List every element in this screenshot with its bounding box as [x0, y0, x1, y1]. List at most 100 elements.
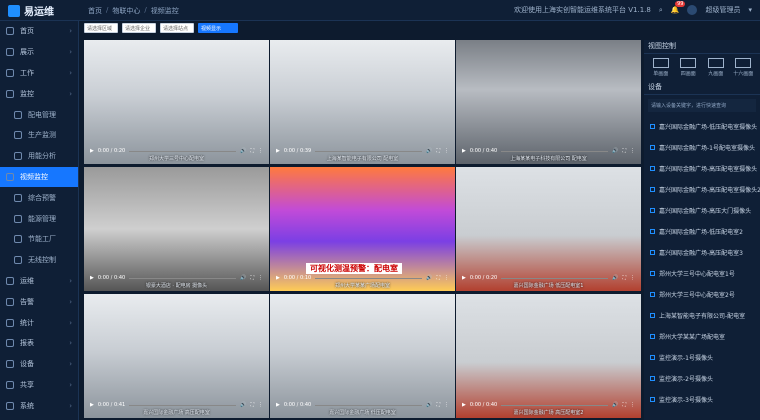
device-search-hint[interactable]: 请输入设备关键字，进行快速查询 — [648, 99, 756, 112]
sidebar-item[interactable]: 设备 › — [0, 354, 78, 375]
device-list-item[interactable]: 郑州大学三号中心配电室2号 — [644, 284, 760, 305]
video-feed[interactable] — [456, 294, 641, 418]
avatar[interactable] — [687, 5, 698, 15]
site-select[interactable]: 请选择站点 — [160, 23, 194, 33]
video-tile[interactable]: ▶ 0:00 / 0:41 🔊 ⛶ ⋮ 嘉兴国际金融广场 高压配电室 — [84, 294, 269, 418]
fullscreen-icon[interactable]: ⛶ — [436, 402, 440, 408]
more-icon[interactable]: ⋮ — [444, 402, 449, 408]
layout-option[interactable]: 十六画面 — [733, 58, 755, 77]
fullscreen-icon[interactable]: ⛶ — [436, 148, 440, 154]
fullscreen-icon[interactable]: ⛶ — [622, 275, 626, 281]
fullscreen-icon[interactable]: ⛶ — [250, 275, 254, 281]
video-feed[interactable] — [456, 167, 641, 291]
fullscreen-icon[interactable]: ⛶ — [250, 402, 254, 408]
progress-bar[interactable] — [315, 404, 423, 406]
progress-bar[interactable] — [129, 277, 237, 279]
fullscreen-icon[interactable]: ⛶ — [250, 148, 254, 154]
layout-option[interactable]: 九画面 — [705, 58, 727, 77]
sidebar-item[interactable]: 首页 › — [0, 21, 78, 42]
device-list-item[interactable]: 郑州大学某某广场配电室 — [644, 326, 760, 347]
video-feed[interactable] — [84, 40, 269, 164]
device-list-item[interactable]: 监控演示-3号摄像头 — [644, 389, 760, 410]
play-icon[interactable]: ▶ — [90, 275, 94, 281]
progress-bar[interactable] — [501, 150, 609, 152]
device-list-item[interactable]: 嘉兴国际金融广场-高压配电室摄像头 — [644, 158, 760, 179]
volume-icon[interactable]: 🔊 — [240, 402, 246, 408]
sidebar-item[interactable]: 展示 › — [0, 42, 78, 63]
volume-icon[interactable]: 🔊 — [612, 148, 618, 154]
video-tile[interactable]: ▶ 0:00 / 0:39 🔊 ⛶ ⋮ 上海某智能电子有限公司 配电室 — [270, 40, 455, 164]
sidebar-item[interactable]: 报表 › — [0, 333, 78, 354]
breadcrumb-item[interactable]: 首页 — [88, 6, 102, 16]
play-icon[interactable]: ▶ — [276, 402, 280, 408]
progress-bar[interactable] — [315, 277, 423, 279]
play-icon[interactable]: ▶ — [276, 275, 280, 281]
sidebar-item[interactable]: 配电管理 — [0, 104, 78, 125]
volume-icon[interactable]: 🔊 — [426, 275, 432, 281]
progress-bar[interactable] — [129, 404, 237, 406]
device-list-item[interactable]: 嘉兴国际金融广场-高压配电室3 — [644, 242, 760, 263]
fullscreen-icon[interactable]: ⛶ — [622, 148, 626, 154]
breadcrumb-item[interactable]: 物联中心 — [112, 6, 140, 16]
device-list-item[interactable]: 嘉兴国际金融广场-低压配电室2 — [644, 221, 760, 242]
more-icon[interactable]: ⋮ — [444, 148, 449, 154]
device-list-item[interactable]: 嘉兴国际金融广场-1号配电室摄像头 — [644, 137, 760, 158]
video-tile[interactable]: 可视化测温预警：配电室 ▶ 0:00 / 0:10 🔊 ⛶ ⋮ 郑州大学某某广场配电室 — [270, 167, 455, 291]
app-logo[interactable]: 易运维 — [8, 3, 54, 18]
play-icon[interactable]: ▶ — [462, 402, 466, 408]
more-icon[interactable]: ⋮ — [444, 275, 449, 281]
layout-option[interactable]: 四画面 — [678, 58, 700, 77]
video-feed[interactable] — [84, 167, 269, 291]
device-list-item[interactable]: 嘉兴国际金融广场-高压大门摄像头 — [644, 200, 760, 221]
sidebar-item[interactable]: 统计 › — [0, 312, 78, 333]
device-list-item[interactable]: 上海某智能电子有限公司-配电室 — [644, 305, 760, 326]
sidebar-item[interactable]: 告警 › — [0, 291, 78, 312]
video-tile[interactable]: ▶ 0:00 / 0:40 🔊 ⛶ ⋮ 嘉兴国际金融广场 高压配电室2 — [456, 294, 641, 418]
sidebar-item[interactable]: 视频监控 — [0, 166, 78, 188]
play-icon[interactable]: ▶ — [462, 275, 466, 281]
device-list-item[interactable]: 郑州大学三号中心配电室1号 — [644, 263, 760, 284]
video-tile[interactable]: ▶ 0:00 / 0:40 🔊 ⛶ ⋮ 嘉兴国际金融广场 低压配电室 — [270, 294, 455, 418]
device-list-item[interactable]: 嘉兴国际金融广场-高压配电室摄像头2 — [644, 179, 760, 200]
video-tile[interactable]: ▶ 0:00 / 0:20 🔊 ⛶ ⋮ 郑州大学三号中心配电室 — [84, 40, 269, 164]
device-list-item[interactable]: 嘉兴国际金融广场-低压配电室摄像头 — [644, 116, 760, 137]
volume-icon[interactable]: 🔊 — [612, 275, 618, 281]
sidebar-item[interactable]: 运维 › — [0, 271, 78, 292]
video-tile[interactable]: ▶ 0:00 / 0:40 🔊 ⛶ ⋮ 银豪大酒店 · 配电房 摄像头 — [84, 167, 269, 291]
more-icon[interactable]: ⋮ — [630, 275, 635, 281]
volume-icon[interactable]: 🔊 — [612, 402, 618, 408]
video-tile[interactable]: ▶ 0:00 / 0:20 🔊 ⛶ ⋮ 嘉兴国际金融广场 低压配电室1 — [456, 167, 641, 291]
progress-bar[interactable] — [129, 150, 237, 152]
play-icon[interactable]: ▶ — [462, 148, 466, 154]
sidebar-item[interactable]: 系统 › — [0, 395, 78, 416]
video-tile[interactable]: ▶ 0:00 / 0:40 🔊 ⛶ ⋮ 上海某某电子科技有限公司 配电室 — [456, 40, 641, 164]
device-list-item[interactable]: 监控演示-1号摄像头 — [644, 347, 760, 368]
company-select[interactable]: 请选择企业 — [122, 23, 156, 33]
volume-icon[interactable]: 🔊 — [426, 148, 432, 154]
sidebar-item[interactable]: 无线控制 — [0, 250, 78, 271]
more-icon[interactable]: ⋮ — [258, 402, 263, 408]
volume-icon[interactable]: 🔊 — [240, 148, 246, 154]
play-icon[interactable]: ▶ — [90, 402, 94, 408]
sidebar-item[interactable]: 监控 › — [0, 83, 78, 104]
view-mode-button[interactable]: 视频显示 — [198, 23, 238, 33]
sidebar-item[interactable]: 节能工厂 — [0, 229, 78, 250]
chevron-down-icon[interactable]: ▾ — [748, 6, 752, 14]
device-list-item[interactable]: 监控演示-2号摄像头 — [644, 368, 760, 389]
progress-bar[interactable] — [501, 404, 609, 406]
video-feed[interactable] — [270, 294, 455, 418]
progress-bar[interactable] — [315, 150, 423, 152]
sidebar-item[interactable]: 综合预警 — [0, 187, 78, 208]
progress-bar[interactable] — [501, 277, 609, 279]
sidebar-item[interactable]: 共享 › — [0, 375, 78, 396]
area-select[interactable]: 请选择区域 — [84, 23, 118, 33]
more-icon[interactable]: ⋮ — [258, 275, 263, 281]
play-icon[interactable]: ▶ — [276, 148, 280, 154]
volume-icon[interactable]: 🔊 — [426, 402, 432, 408]
search-icon[interactable]: ⌕ — [659, 6, 663, 15]
volume-icon[interactable]: 🔊 — [240, 275, 246, 281]
play-icon[interactable]: ▶ — [90, 148, 94, 154]
video-feed[interactable] — [456, 40, 641, 164]
sidebar-item[interactable]: 能源管理 — [0, 208, 78, 229]
sidebar-item[interactable]: 用能分析 — [0, 146, 78, 167]
